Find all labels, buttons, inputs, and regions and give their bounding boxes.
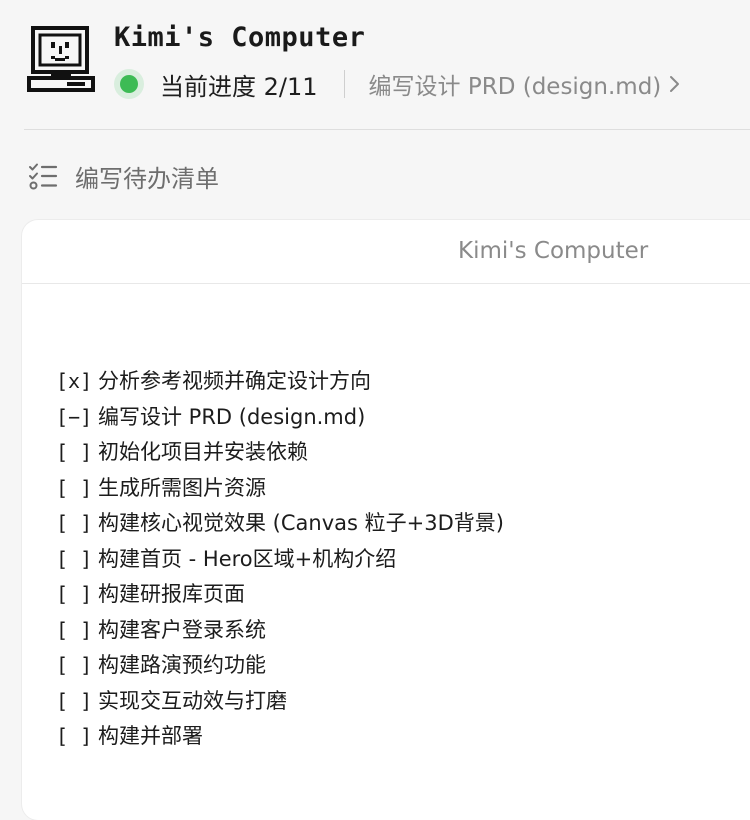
todo-text: 构建并部署: [98, 724, 203, 748]
todo-checkbox: [ ]: [56, 724, 93, 748]
todo-item: [ ] 生成所需图片资源: [56, 471, 504, 507]
todo-checkbox: [−]: [56, 404, 93, 429]
chevron-right-icon: [670, 76, 680, 92]
section-label: 编写待办清单: [75, 164, 219, 193]
todo-text: 实现交互动效与打磨: [98, 688, 287, 713]
current-step-link[interactable]: 编写设计 PRD (design.md): [369, 67, 682, 101]
output-card: Kimi's Computer [x] 分析参考视频并确定设计方向 [−] 编写设计…: [22, 220, 750, 820]
todo-item: [ ] 初始化项目并安装依赖: [56, 435, 504, 471]
todo-item: [ ] 构建核心视觉效果 (Canvas 粒子+3D背景): [56, 506, 504, 542]
todo-text: 分析参考视频并确定设计方向: [98, 369, 371, 393]
todo-item: [ ] 构建研报库页面: [56, 577, 504, 613]
todo-checkbox: [ ]: [56, 440, 93, 464]
todo-item: [ ] 构建客户登录系统: [56, 613, 504, 649]
todo-checkbox: [ ]: [56, 475, 93, 500]
todo-item: [ ] 构建路演预约功能: [56, 648, 504, 684]
progress-text: 当前进度 2/11: [160, 72, 318, 101]
todo-checkbox: [ ]: [56, 617, 93, 642]
todo-text: 构建研报库页面: [98, 582, 245, 606]
current-step-label: 编写设计 PRD (design.md): [368, 74, 662, 100]
todo-text: 构建核心视觉效果 (Canvas 粒子+3D背景): [98, 511, 504, 535]
todo-checkbox: [ ]: [56, 582, 93, 606]
todo-text: 构建首页 - Hero区域+机构介绍: [98, 546, 397, 571]
computer-icon: [27, 26, 95, 92]
todo-checkbox: [ ]: [56, 653, 93, 677]
progress-row: 当前进度 2/11 编写设计 PRD (design.md): [114, 66, 681, 102]
todo-text: 构建路演预约功能: [98, 653, 266, 677]
todo-checkbox: [ ]: [56, 546, 93, 571]
todo-item: [−] 编写设计 PRD (design.md): [56, 400, 504, 436]
section-heading: 编写待办清单: [28, 158, 219, 194]
checklist-icon: [29, 163, 58, 190]
todo-item: [ ] 构建首页 - Hero区域+机构介绍: [56, 542, 504, 578]
header: Kimi's Computer 当前进度 2/11 编写设计 PRD (desi…: [0, 0, 750, 130]
todo-text: 初始化项目并安装依赖: [98, 440, 308, 464]
todo-text: 编写设计 PRD (design.md): [98, 404, 366, 429]
todo-text: 生成所需图片资源: [98, 475, 266, 500]
header-divider: [24, 129, 750, 130]
card-title: Kimi's Computer: [458, 238, 649, 264]
todo-checkbox: [ ]: [56, 688, 93, 713]
todo-checkbox: [ ]: [56, 511, 93, 535]
todo-item: [ ] 实现交互动效与打磨: [56, 684, 504, 720]
todo-list: [x] 分析参考视频并确定设计方向 [−] 编写设计 PRD (design.md)…: [56, 364, 504, 755]
todo-text: 构建客户登录系统: [98, 617, 266, 642]
app-title: Kimi's Computer: [114, 22, 366, 53]
todo-item: [ ] 构建并部署: [56, 719, 504, 755]
todo-checkbox: [x]: [56, 369, 93, 393]
card-header: Kimi's Computer: [22, 220, 750, 284]
separator: [343, 70, 345, 98]
todo-item: [x] 分析参考视频并确定设计方向: [56, 364, 504, 400]
status-indicator-icon: [114, 69, 144, 99]
